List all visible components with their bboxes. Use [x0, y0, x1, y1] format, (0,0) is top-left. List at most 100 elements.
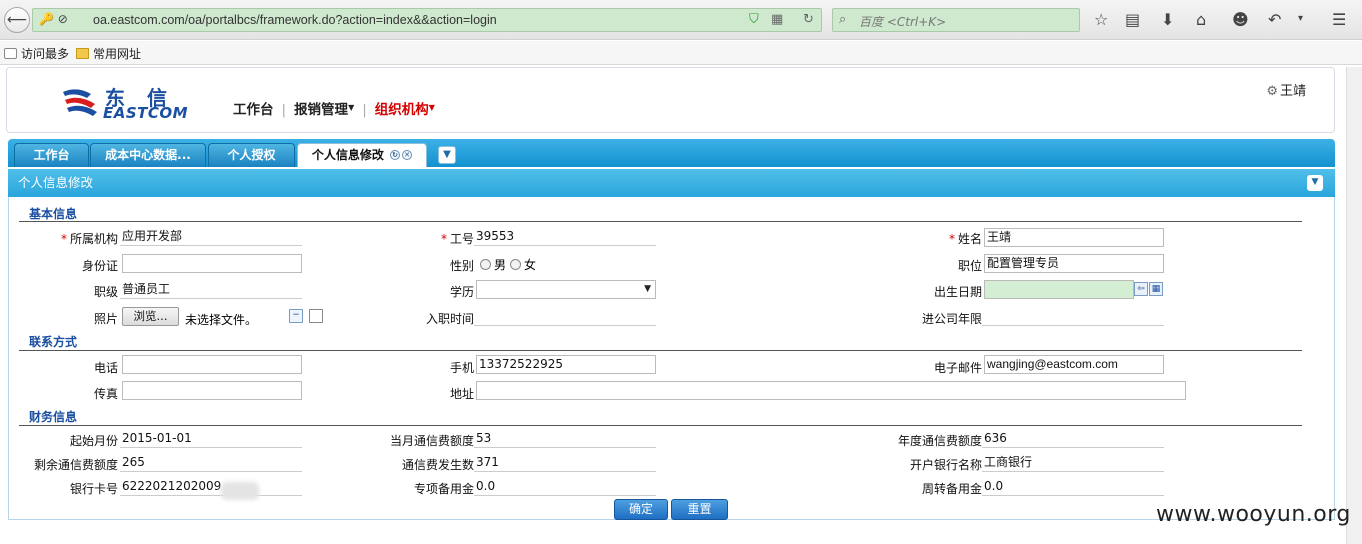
empno-label: * 工号: [440, 232, 474, 246]
fax-field[interactable]: [122, 381, 302, 400]
id-label: 身份证: [81, 259, 118, 273]
chat-icon[interactable]: ☻: [1232, 10, 1249, 29]
special-value: 0.0: [474, 478, 656, 496]
edu-label: 学历: [449, 285, 474, 299]
birth-date-field[interactable]: [984, 280, 1134, 299]
watermark: www.wooyun.org: [1156, 502, 1351, 527]
app-header: 东信 EASTCOM 工作台 | 报销管理▼ | 组织机构▼ ⚙ 王靖: [6, 67, 1335, 133]
star-icon[interactable]: ☆: [1094, 10, 1108, 29]
menu-icon[interactable]: ☰: [1332, 10, 1346, 29]
menu-item-workbench[interactable]: 工作台: [233, 102, 274, 118]
bookmark-common-sites[interactable]: 常用网址: [76, 45, 141, 62]
collapse-button[interactable]: ▼: [1307, 175, 1323, 191]
browse-button[interactable]: 浏览...: [122, 307, 179, 326]
edu-select[interactable]: ▼: [476, 280, 656, 299]
user-menu[interactable]: ⚙ 王靖: [1266, 80, 1306, 99]
section-divider: [19, 425, 1302, 426]
start-month-value: 2015-01-01: [120, 430, 302, 448]
user-name: 王靖: [1279, 84, 1306, 99]
redaction-mask: [221, 482, 259, 500]
bookmark-icon: [4, 48, 17, 59]
menu-item-reimbursement[interactable]: 报销管理▼: [294, 102, 354, 118]
address-label: 地址: [449, 387, 474, 401]
name-field[interactable]: 王靖: [984, 228, 1164, 247]
panel-title: 个人信息修改: [18, 175, 94, 190]
position-label: 职位: [957, 259, 982, 273]
photo-checkbox[interactable]: [309, 309, 323, 323]
scrollbar[interactable]: [1346, 67, 1362, 544]
search-input[interactable]: ⌕ 百度 <Ctrl+K>: [832, 8, 1080, 32]
tab-workbench[interactable]: 工作台: [14, 143, 89, 167]
reading-list-icon[interactable]: ▤: [1125, 10, 1140, 29]
revolving-value: 0.0: [982, 478, 1164, 496]
gender-male-radio[interactable]: [480, 259, 491, 270]
bookmarks-bar: 访问最多 常用网址: [0, 41, 1362, 65]
remaining-value: 265: [120, 454, 302, 472]
incurred-value: 371: [474, 454, 656, 472]
years-label: 进公司年限: [921, 312, 982, 326]
tab-personal-auth[interactable]: 个人授权: [208, 143, 295, 167]
org-value: 应用开发部: [120, 228, 302, 246]
url-text: oa.eastcom.com/oa/portalbcs/framework.do…: [93, 13, 497, 27]
key-icon: 🔑 ⊘: [39, 12, 68, 26]
revolving-label: 周转备用金: [921, 482, 982, 496]
confirm-button[interactable]: 确定: [614, 499, 668, 520]
position-field[interactable]: 配置管理专员: [984, 254, 1164, 273]
calendar-icon[interactable]: ▦: [1149, 282, 1163, 296]
section-divider: [19, 350, 1302, 351]
gender-female-radio[interactable]: [510, 259, 522, 270]
empno-value: 39553: [474, 228, 656, 246]
id-field[interactable]: [122, 254, 302, 273]
address-field[interactable]: [476, 381, 1186, 400]
download-icon[interactable]: ⬇: [1161, 10, 1174, 29]
search-placeholder: 百度 <Ctrl+K>: [859, 15, 947, 29]
tab-bar: 工作台 成本中心数据... 个人授权 个人信息修改 ↻ ✕ ▼: [8, 139, 1335, 167]
address-bar[interactable]: 🔑 ⊘ oa.eastcom.com/oa/portalbcs/framewor…: [32, 8, 822, 32]
bookmark-most-visited[interactable]: 访问最多: [4, 45, 69, 62]
browser-toolbar: ⟵ 🔑 ⊘ oa.eastcom.com/oa/portalbcs/framew…: [0, 0, 1362, 40]
name-label: * 姓名: [948, 232, 982, 246]
remaining-label: 剩余通信费额度: [33, 458, 118, 472]
phone-field[interactable]: [122, 355, 302, 374]
menu-separator: |: [281, 102, 287, 118]
reload-icon[interactable]: ↻: [803, 12, 814, 27]
search-icon: ⌕: [839, 12, 847, 27]
bank-name-label: 开户银行名称: [909, 458, 982, 472]
tab-dropdown-button[interactable]: ▼: [438, 146, 456, 164]
file-status: 未选择文件。: [185, 313, 258, 327]
tab-cost-center[interactable]: 成本中心数据...: [90, 143, 206, 167]
folder-icon: [76, 48, 89, 59]
tab-personal-info[interactable]: 个人信息修改 ↻ ✕: [297, 143, 427, 167]
gender-label: 性别: [449, 259, 474, 273]
reset-button[interactable]: 重置: [671, 499, 728, 520]
gear-icon: ⚙: [1266, 84, 1278, 99]
logo-mark-icon: [63, 89, 97, 116]
qr-code-icon[interactable]: ▦: [771, 12, 783, 27]
menu-item-organization[interactable]: 组织机构▼: [375, 102, 435, 118]
logo-english: EASTCOM: [103, 104, 189, 122]
back-button[interactable]: ⟵: [4, 7, 30, 33]
email-label: 电子邮件: [933, 361, 982, 375]
email-field[interactable]: wangjing@eastcom.com: [984, 355, 1164, 374]
remove-photo-icon[interactable]: −: [289, 309, 303, 323]
clear-date-icon[interactable]: ⇦: [1134, 282, 1148, 296]
section-basic-title: 基本信息: [29, 207, 78, 221]
home-icon[interactable]: ⌂: [1196, 10, 1206, 29]
caret-down-icon: ▼: [348, 103, 355, 112]
annual-quota-value: 636: [982, 430, 1164, 448]
undo-icon[interactable]: ↶: [1268, 10, 1281, 29]
close-icon[interactable]: ✕: [402, 150, 413, 160]
monthly-quota-value: 53: [474, 430, 656, 448]
chevron-down-icon[interactable]: ▾: [1298, 13, 1303, 24]
fax-label: 传真: [93, 387, 118, 401]
bank-name-value: 工商银行: [982, 454, 1164, 472]
gender-radio-group: 男女: [476, 256, 536, 273]
annual-quota-label: 年度通信费额度: [897, 434, 982, 448]
card-value: 6222021202009: [120, 478, 302, 496]
years-value: [982, 308, 1164, 326]
org-label: * 所属机构: [60, 232, 118, 246]
shield-icon[interactable]: ⛉: [749, 12, 759, 27]
start-month-label: 起始月份: [69, 434, 118, 448]
mobile-field[interactable]: 13372522925: [476, 355, 656, 374]
refresh-icon[interactable]: ↻: [390, 150, 401, 160]
